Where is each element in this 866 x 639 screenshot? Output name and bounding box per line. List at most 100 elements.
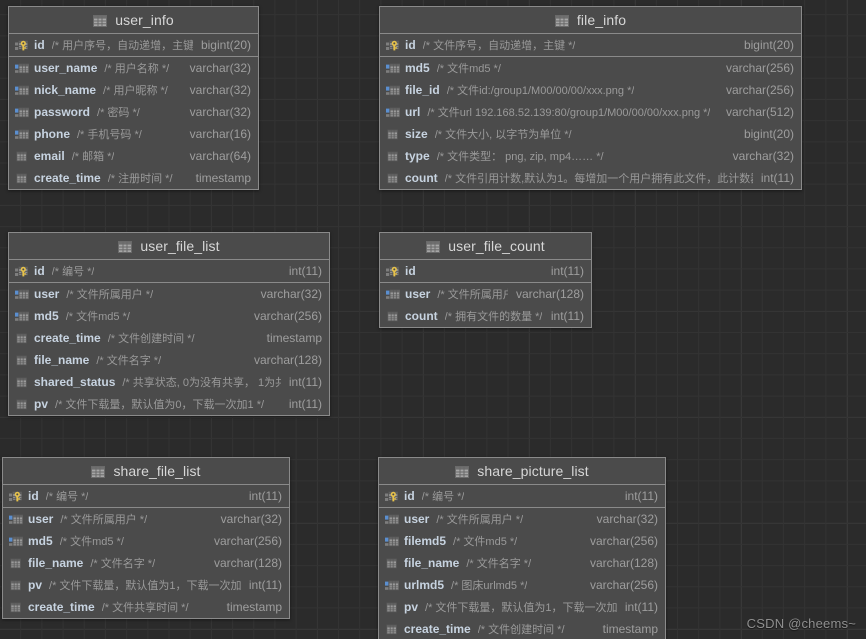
column-name-label: id	[34, 264, 45, 278]
column-comment-label: /* 用户序号，自动递增，主键 */	[51, 40, 193, 52]
column-comment-label: /* 编号 */	[45, 491, 89, 503]
table-name-label: user_file_count	[448, 238, 545, 254]
table-grid-icon	[455, 465, 470, 478]
column-name-label: size	[405, 127, 428, 141]
entity-header[interactable]: user_file_count	[380, 233, 591, 260]
column-name-label: id	[405, 38, 416, 52]
column-row[interactable]: shared_status /* 共享状态, 0为没有共享， 1为共享 */ int…	[9, 371, 329, 393]
column-row[interactable]: type /* 文件类型： png, zip, mp4…… */ varchar(3…	[380, 145, 801, 167]
column-name-label: user	[28, 512, 54, 526]
column-row[interactable]: create_time /* 文件创建时间 */ timestamp	[9, 327, 329, 349]
column-icon	[386, 310, 401, 323]
column-row[interactable]: create_time /* 注册时间 */ timestamp	[9, 167, 258, 189]
column-row[interactable]: user /* 文件所属用户 */ varchar(128)	[380, 283, 591, 305]
column-type-label: varchar(128)	[589, 556, 658, 570]
table-grid-icon	[93, 14, 108, 27]
indexed-column-icon	[386, 62, 401, 75]
column-row[interactable]: file_name /* 文件名字 */ varchar(128)	[9, 349, 329, 371]
entity-header[interactable]: user_info	[9, 7, 258, 34]
column-name-label: count	[405, 171, 438, 185]
entity-table-share_file_list[interactable]: share_file_list id /* 编号 */ int(11) user /* 文…	[2, 457, 290, 619]
column-row[interactable]: md5 /* 文件md5 */ varchar(256)	[9, 305, 329, 327]
column-type-label: bigint(20)	[743, 38, 794, 52]
entity-header[interactable]: share_picture_list	[379, 458, 665, 485]
column-comment-label: /* 文件所属用户 */	[60, 514, 148, 526]
column-comment-label: /* 文件下载量，默认值为0，下载一次加1 */	[55, 399, 265, 411]
column-row[interactable]: pv /* 文件下载量，默认值为1，下载一次加1 */ int(11)	[3, 574, 289, 596]
entity-header[interactable]: share_file_list	[3, 458, 289, 485]
column-type-label: varchar(256)	[725, 61, 794, 75]
column-row[interactable]: filemd5 /* 文件md5 */ varchar(256)	[379, 530, 665, 552]
column-comment-label: /* 文件类型： png, zip, mp4…… */	[436, 151, 604, 163]
column-name-label: file_id	[405, 83, 440, 97]
entity-columns: id /* 文件序号，自动递增，主键 */ bigint(20) md5 /* 文件md…	[380, 34, 801, 189]
column-icon	[15, 150, 30, 163]
column-comment-label: /* 文件引用计数,默认为1。每增加一个用户拥有此文件，此计数器+1 */	[444, 173, 753, 185]
column-name-label: file_name	[28, 556, 84, 570]
column-name-label: id	[405, 264, 416, 278]
indexed-column-icon	[385, 535, 400, 548]
column-row[interactable]: count /* 拥有文件的数量 */ int(11)	[380, 305, 591, 327]
column-name-label: email	[34, 149, 65, 163]
column-row[interactable]: size /* 文件大小, 以字节为单位 */ bigint(20)	[380, 123, 801, 145]
column-name-label: user	[404, 512, 430, 526]
table-grid-icon	[91, 465, 106, 478]
entity-header[interactable]: user_file_list	[9, 233, 329, 260]
column-row[interactable]: email /* 邮箱 */ varchar(64)	[9, 145, 258, 167]
column-comment-label: /* 编号 */	[51, 266, 95, 278]
column-row[interactable]: create_time /* 文件共享时间 */ timestamp	[3, 596, 289, 618]
entity-table-user_file_list[interactable]: user_file_listid /* 编号 */ int(11) user /* 文件…	[8, 232, 330, 416]
column-row[interactable]: id /* 用户序号，自动递增，主键 */ bigint(20)	[9, 34, 258, 57]
column-type-label: varchar(128)	[515, 287, 584, 301]
column-row[interactable]: count /* 文件引用计数,默认为1。每增加一个用户拥有此文件，此计数器+1 …	[380, 167, 801, 189]
column-type-label: timestamp	[226, 600, 282, 614]
column-row[interactable]: file_name /* 文件名字 */ varchar(128)	[379, 552, 665, 574]
column-comment-label: /* 文件url 192.168.52.139:80/group1/M00/00…	[427, 107, 711, 119]
column-row[interactable]: md5 /* 文件md5 */ varchar(256)	[3, 530, 289, 552]
entity-columns: id /* 编号 */ int(11) user /* 文件所属用户 */ varchar…	[9, 260, 329, 415]
column-row[interactable]: id /* 编号 */ int(11)	[9, 260, 329, 283]
column-row[interactable]: id int(11)	[380, 260, 591, 283]
column-icon	[9, 601, 24, 614]
column-row[interactable]: url /* 文件url 192.168.52.139:80/group1/M00…	[380, 101, 801, 123]
column-type-label: int(11)	[760, 171, 794, 185]
column-icon	[386, 128, 401, 141]
column-type-label: varchar(256)	[589, 578, 658, 592]
column-row[interactable]: md5 /* 文件md5 */ varchar(256)	[380, 57, 801, 79]
indexed-column-icon	[15, 310, 30, 323]
column-name-label: create_time	[34, 171, 101, 185]
column-row[interactable]: create_time /* 文件创建时间 */ timestamp	[379, 618, 665, 639]
entity-table-user_info[interactable]: user_info id /* 用户序号，自动递增，主键 */ bigint(20) u…	[8, 6, 259, 190]
entity-header[interactable]: file_info	[380, 7, 801, 34]
column-row[interactable]: user /* 文件所属用户 */ varchar(32)	[379, 508, 665, 530]
column-row[interactable]: user /* 文件所属用户 */ varchar(32)	[9, 283, 329, 305]
column-type-label: varchar(512)	[725, 105, 794, 119]
column-row[interactable]: user_name /* 用户名称 */ varchar(32)	[9, 57, 258, 79]
column-icon	[15, 172, 30, 185]
column-row[interactable]: phone /* 手机号码 */ varchar(16)	[9, 123, 258, 145]
column-row[interactable]: pv /* 文件下载量，默认值为0，下载一次加1 */ int(11)	[9, 393, 329, 415]
column-row[interactable]: file_id /* 文件id:/group1/M00/00/00/xxx.png…	[380, 79, 801, 101]
column-name-label: file_name	[404, 556, 460, 570]
entity-columns: id /* 编号 */ int(11) user /* 文件所属用户 */ varchar…	[3, 485, 289, 618]
column-name-label: url	[405, 105, 421, 119]
entity-table-user_file_count[interactable]: user_file_countid int(11) user /* 文件所属用户 */…	[379, 232, 592, 328]
column-row[interactable]: urlmd5 /* 图床urlmd5 */ varchar(256)	[379, 574, 665, 596]
column-row[interactable]: id /* 编号 */ int(11)	[3, 485, 289, 508]
column-row[interactable]: id /* 编号 */ int(11)	[379, 485, 665, 508]
column-comment-label: /* 文件名字 */	[466, 558, 532, 570]
indexed-column-icon	[386, 288, 401, 301]
column-name-label: phone	[34, 127, 70, 141]
column-type-label: int(11)	[288, 397, 322, 411]
column-row[interactable]: id /* 文件序号，自动递增，主键 */ bigint(20)	[380, 34, 801, 57]
column-row[interactable]: user /* 文件所属用户 */ varchar(32)	[3, 508, 289, 530]
column-row[interactable]: nick_name /* 用户昵称 */ varchar(32)	[9, 79, 258, 101]
entity-table-share_picture_list[interactable]: share_picture_list id /* 编号 */ int(11) user /…	[378, 457, 666, 639]
column-row[interactable]: file_name /* 文件名字 */ varchar(128)	[3, 552, 289, 574]
column-icon	[9, 579, 24, 592]
column-row[interactable]: password /* 密码 */ varchar(32)	[9, 101, 258, 123]
column-type-label: varchar(32)	[189, 105, 251, 119]
entity-table-file_info[interactable]: file_info id /* 文件序号，自动递增，主键 */ bigint(20) m…	[379, 6, 802, 190]
column-row[interactable]: pv /* 文件下载量，默认值为1，下载一次加1 */ int(11)	[379, 596, 665, 618]
column-comment-label: /* 文件所属用户 */	[437, 289, 508, 301]
